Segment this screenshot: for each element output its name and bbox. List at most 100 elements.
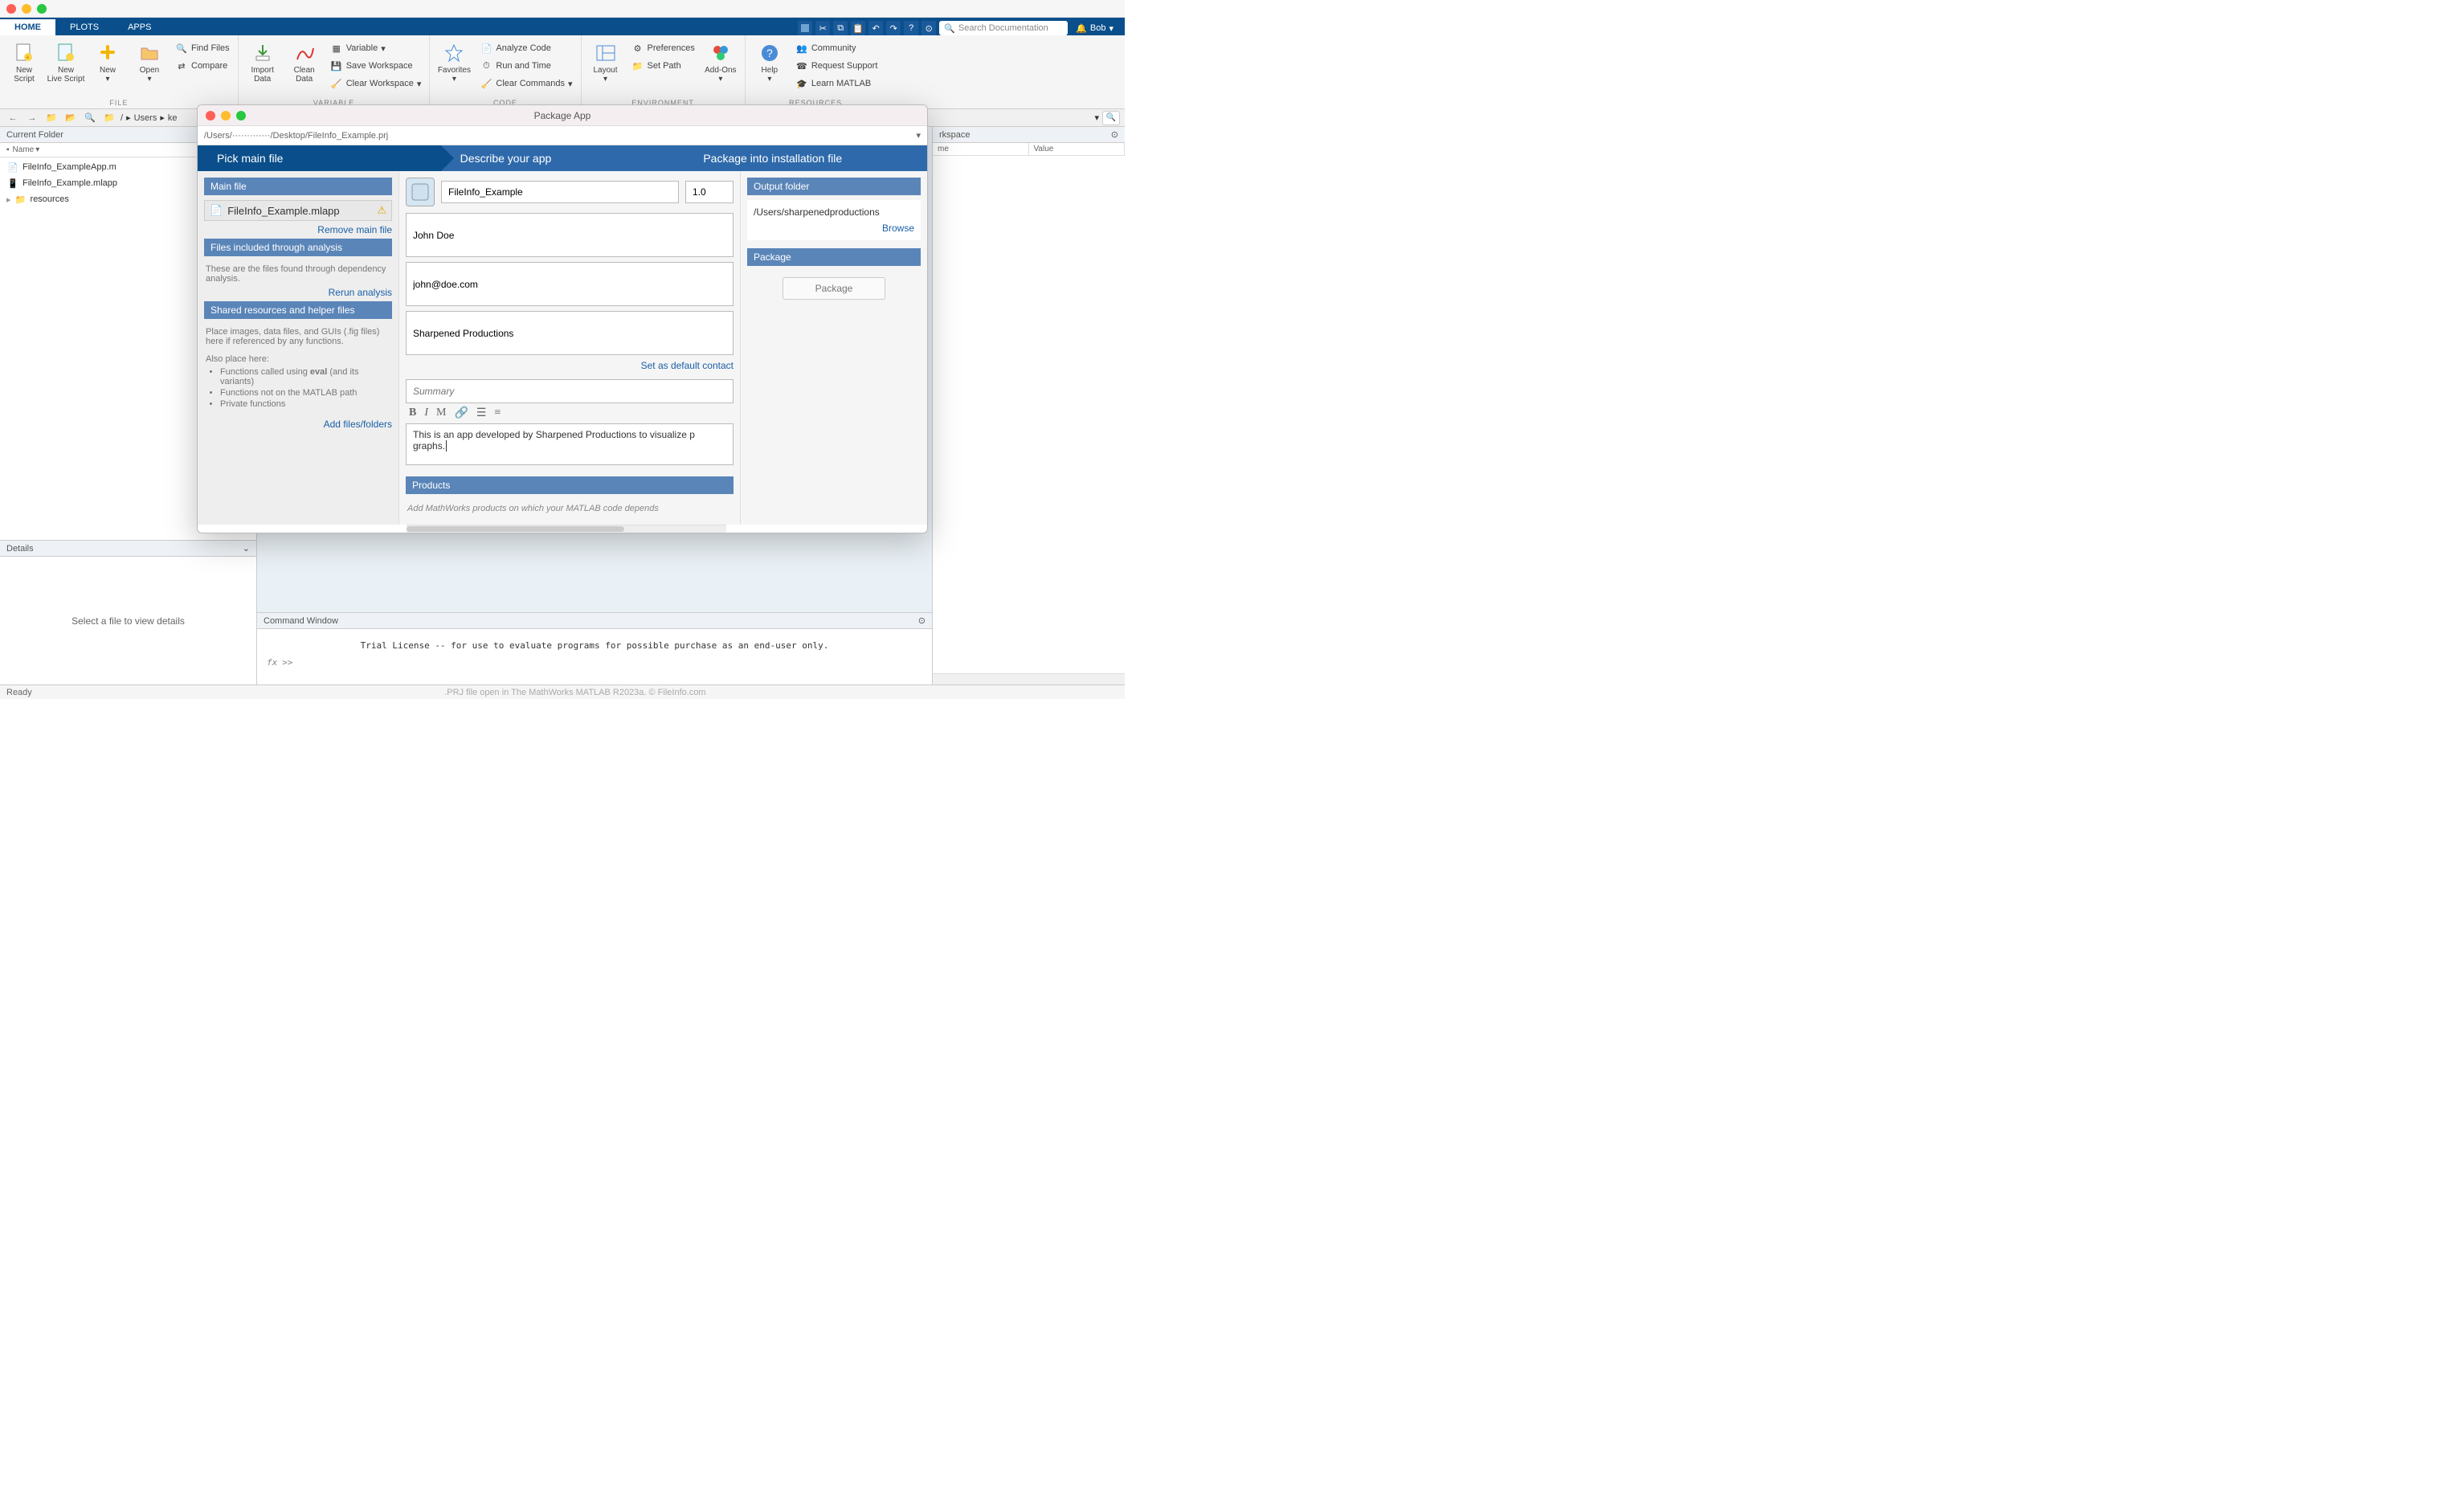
author-input[interactable] <box>406 213 734 257</box>
chevron-down-icon: ▾ <box>105 75 109 84</box>
cw-options-icon[interactable]: ⊙ <box>918 615 926 626</box>
folder-browse-icon[interactable]: 🔍 <box>82 111 98 125</box>
add-files-link[interactable]: Add files/folders <box>204 415 392 433</box>
tab-home[interactable]: HOME <box>0 19 55 35</box>
number-list-icon[interactable]: ≡ <box>494 407 501 420</box>
version-input[interactable] <box>685 181 734 203</box>
app-name-input[interactable] <box>441 181 679 203</box>
status-ready: Ready <box>6 688 32 697</box>
dialog-close-icon[interactable] <box>206 111 215 121</box>
bold-icon[interactable]: B <box>409 407 416 420</box>
set-default-contact-link[interactable]: Set as default contact <box>406 357 734 374</box>
folder-icon[interactable]: 📁 <box>101 111 117 125</box>
dialog-max-icon[interactable] <box>236 111 246 121</box>
email-input[interactable] <box>406 262 734 306</box>
analyze-code-button[interactable]: 📄Analyze Code <box>476 40 575 56</box>
chevron-down-icon: ▾ <box>147 75 151 84</box>
dialog-path-dropdown-icon[interactable]: ▾ <box>916 130 921 141</box>
dialog-min-icon[interactable] <box>221 111 231 121</box>
wizard-step-3[interactable]: Package into installation file <box>684 145 927 171</box>
variable-button[interactable]: ▦Variable ▾ <box>327 40 425 56</box>
community-button[interactable]: 👥Community <box>792 40 881 56</box>
learn-matlab-button[interactable]: 🎓Learn MATLAB <box>792 76 881 92</box>
new-script-button[interactable]: +New Script <box>5 39 43 100</box>
workspace-value-column[interactable]: Value <box>1029 143 1126 155</box>
main-file-entry[interactable]: 📄 FileInfo_Example.mlapp ⚠ <box>204 200 392 221</box>
toolbar-save-icon[interactable] <box>798 21 812 35</box>
italic-icon[interactable]: I <box>424 407 428 420</box>
company-input[interactable] <box>406 311 734 355</box>
command-window-body[interactable]: Trial License -- for use to evaluate pro… <box>257 629 932 684</box>
clear-workspace-button[interactable]: 🧹Clear Workspace ▾ <box>327 76 425 92</box>
toolbar-help-icon[interactable]: ? <box>904 21 918 35</box>
run-and-time-button[interactable]: ⏱Run and Time <box>476 58 575 74</box>
import-data-button[interactable]: Import Data <box>243 39 282 100</box>
details-collapse-icon[interactable]: ⌄ <box>243 543 250 554</box>
save-workspace-button[interactable]: 💾Save Workspace <box>327 58 425 74</box>
toolbar-cut-icon[interactable]: ✂ <box>815 21 830 35</box>
bullet-eval: Functions called using eval (and its var… <box>220 367 390 386</box>
folder-parent-icon[interactable]: 📁 <box>43 111 59 125</box>
toolbar-paste-icon[interactable]: 📋 <box>851 21 865 35</box>
toolbar-copy-icon[interactable]: ⧉ <box>833 21 848 35</box>
folder-up-icon[interactable]: 📂 <box>63 111 79 125</box>
bullet-list-icon[interactable]: ☰ <box>476 407 487 420</box>
dialog-scrollbar[interactable] <box>407 525 726 533</box>
fx-icon[interactable]: fx <box>267 657 277 668</box>
analyze-icon: 📄 <box>480 42 492 55</box>
addons-button[interactable]: Add-Ons▾ <box>701 39 740 100</box>
search-file-icon: 🔍 <box>175 42 188 55</box>
new-button[interactable]: New▾ <box>88 39 127 100</box>
wizard-step-2[interactable]: Describe your app <box>441 145 684 171</box>
package-button[interactable]: Package <box>783 277 886 300</box>
nav-fwd-button[interactable]: → <box>24 111 40 125</box>
workspace-name-column[interactable]: me <box>933 143 1029 155</box>
link-icon[interactable]: 🔗 <box>454 407 468 420</box>
clear-commands-button[interactable]: 🧹Clear Commands ▾ <box>476 76 575 92</box>
description-textarea[interactable]: This is an app developed by Sharpened Pr… <box>406 423 734 465</box>
workspace-scrollbar[interactable] <box>933 673 1125 684</box>
workspace-options-icon[interactable]: ⊙ <box>1111 129 1118 140</box>
chevron-down-icon: ▾ <box>718 75 722 84</box>
toolbar-redo-icon[interactable]: ↷ <box>886 21 901 35</box>
app-icon-picker[interactable] <box>406 178 435 206</box>
path-current[interactable]: ke <box>168 113 178 123</box>
user-menu[interactable]: 🔔 Bob ▾ <box>1071 23 1118 34</box>
new-live-script-button[interactable]: New Live Script <box>47 39 85 100</box>
minimize-window-icon[interactable] <box>22 4 31 14</box>
path-search-button[interactable]: 🔍 <box>1102 111 1120 125</box>
set-path-button[interactable]: 📁Set Path <box>628 58 698 74</box>
help-button[interactable]: ?Help▾ <box>750 39 789 100</box>
tab-plots[interactable]: PLOTS <box>55 19 113 35</box>
search-docs-input[interactable]: 🔍 Search Documentation <box>939 21 1068 35</box>
wizard-step-1[interactable]: Pick main file <box>198 145 441 171</box>
preferences-button[interactable]: ⚙Preferences <box>628 40 698 56</box>
layout-button[interactable]: Layout▾ <box>586 39 625 100</box>
find-files-button[interactable]: 🔍Find Files <box>172 40 233 56</box>
path-users[interactable]: Users <box>134 113 157 123</box>
path-dropdown-icon[interactable]: ▾ <box>1094 112 1099 123</box>
details-title: Details <box>6 544 34 554</box>
toolbar-more-icon[interactable]: ⊙ <box>921 21 936 35</box>
browse-link[interactable]: Browse <box>754 218 914 234</box>
favorites-button[interactable]: Favorites▾ <box>435 39 473 100</box>
svg-text:+: + <box>26 54 30 61</box>
mono-icon[interactable]: M <box>436 407 446 420</box>
summary-input[interactable] <box>406 379 734 403</box>
request-support-button[interactable]: ☎Request Support <box>792 58 881 74</box>
toolbar-undo-icon[interactable]: ↶ <box>868 21 883 35</box>
disclosure-icon: ▸ <box>6 194 11 205</box>
nav-back-button[interactable]: ← <box>5 111 21 125</box>
clean-data-button[interactable]: Clean Data <box>285 39 324 100</box>
search-icon: 🔍 <box>944 23 955 34</box>
tab-apps[interactable]: APPS <box>113 19 165 35</box>
rerun-analysis-link[interactable]: Rerun analysis <box>204 284 392 301</box>
compare-button[interactable]: ⇄Compare <box>172 58 233 74</box>
remove-main-file-link[interactable]: Remove main file <box>204 221 392 239</box>
open-button[interactable]: Open▾ <box>130 39 169 100</box>
close-window-icon[interactable] <box>6 4 16 14</box>
folder-icon: 📁 <box>14 193 27 206</box>
path-root[interactable]: / <box>121 113 123 123</box>
main-file-section-header: Main file <box>204 178 392 195</box>
maximize-window-icon[interactable] <box>37 4 47 14</box>
